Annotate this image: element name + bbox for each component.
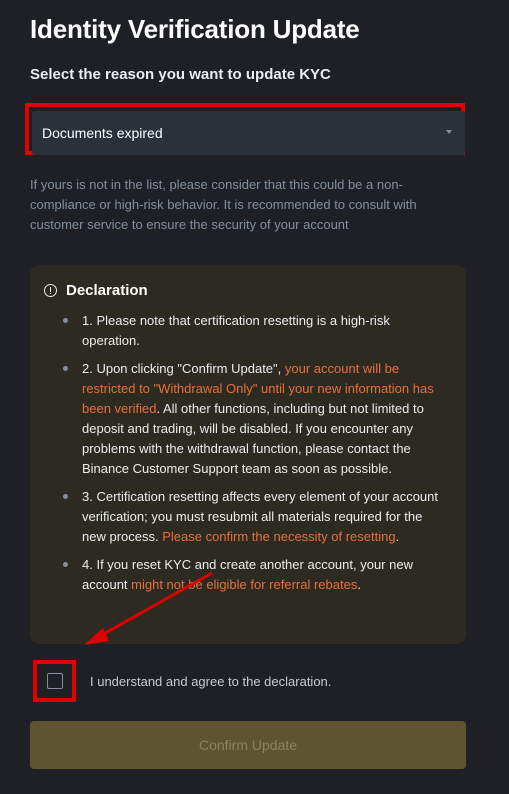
reason-select-value: Documents expired [42,125,163,141]
checkbox-highlight-box[interactable] [33,660,76,702]
declaration-title: Declaration [66,282,148,299]
bullet-icon [63,366,68,371]
declaration-list: 1. Please note that certification resett… [30,311,450,603]
declaration-item: 2. Upon clicking "Confirm Update", your … [30,359,450,479]
declaration-warning-text: Please confirm the necessity of resettin… [162,529,396,544]
info-circle-icon [44,284,57,297]
bullet-icon [63,318,68,323]
agreement-row: I understand and agree to the declaratio… [33,660,331,702]
reason-select[interactable]: Documents expired [32,111,465,155]
declaration-warning-text: might not be eligible for referral rebat… [131,577,358,592]
page-title: Identity Verification Update [30,14,360,44]
reason-hint-text: If yours is not in the list, please cons… [30,177,417,232]
declaration-text: 1. Please note that certification resett… [82,313,390,348]
declaration-text: . [357,577,361,592]
declaration-item: 3. Certification resetting affects every… [30,487,450,547]
caret-down-icon [446,130,452,134]
reason-prompt: Select the reason you want to update KYC [30,66,331,83]
declaration-item: 4. If you reset KYC and create another a… [30,555,450,595]
declaration-panel: Declaration 1. Please note that certific… [30,265,466,644]
declaration-item: 1. Please note that certification resett… [30,311,450,351]
declaration-header: Declaration [44,282,148,299]
confirm-update-button[interactable]: Confirm Update [30,721,466,769]
bullet-icon [63,494,68,499]
bullet-icon [63,562,68,567]
declaration-text: . [395,529,400,544]
agree-checkbox[interactable] [46,673,63,689]
declaration-text: 2. Upon clicking "Confirm Update", [82,361,285,376]
agree-label[interactable]: I understand and agree to the declaratio… [90,674,331,689]
